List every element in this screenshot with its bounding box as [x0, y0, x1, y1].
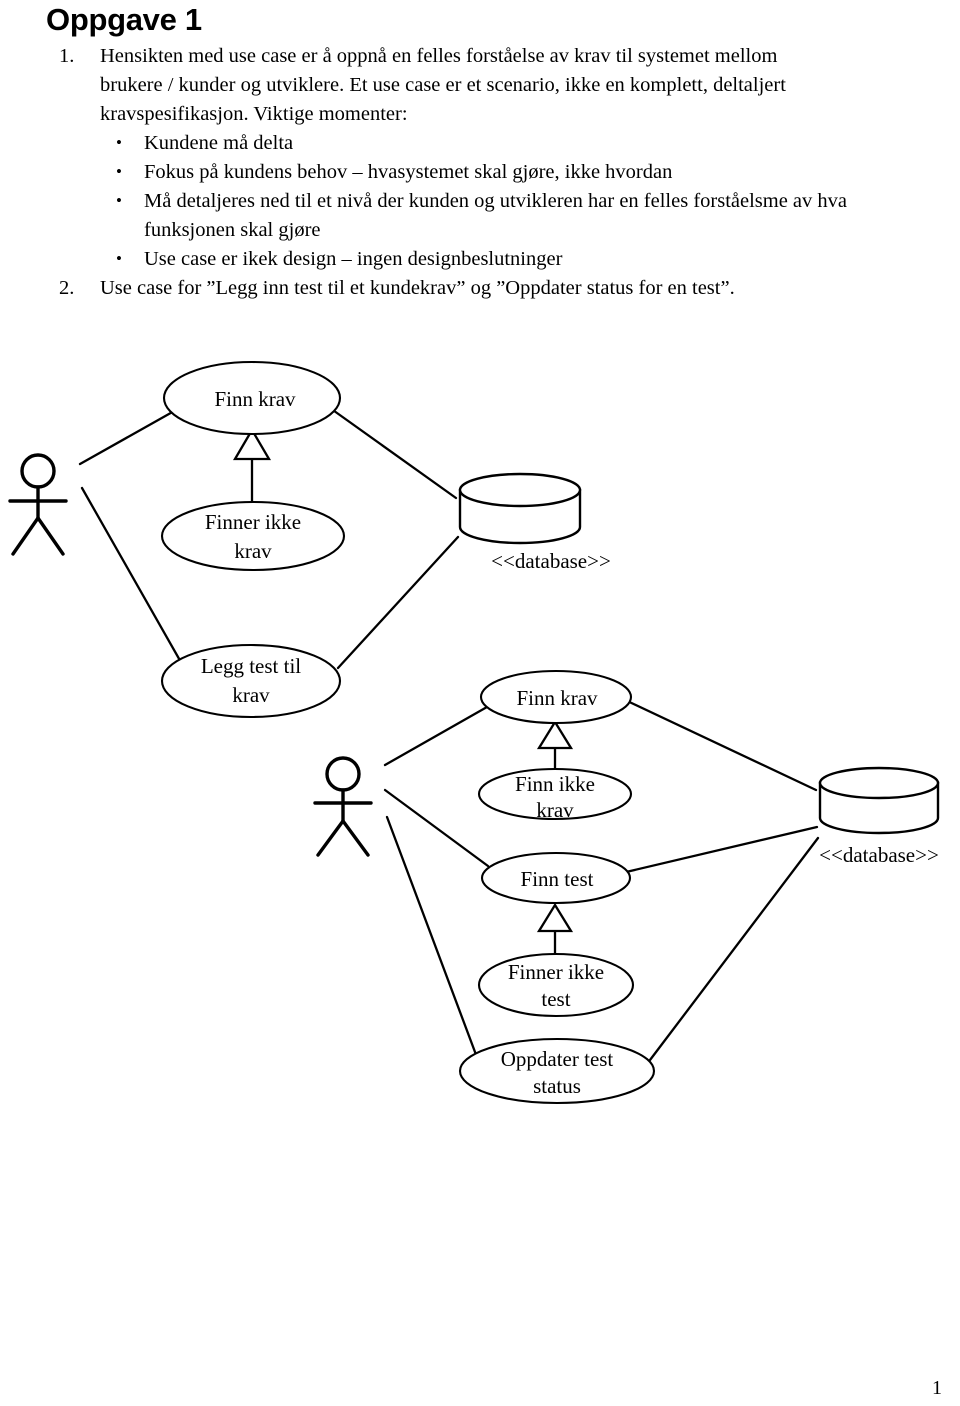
association-actor-legg-test-til-krav [80, 486, 184, 666]
use-case-diagrams: Finn krav Finner ikke krav Legg test til… [8, 360, 940, 1105]
association-actor2-oppdater-test-status [385, 815, 480, 1062]
generalization-finner-ikke-krav-to-finn-krav [232, 427, 272, 503]
use-case-d1-finner-ikke-krav-label-1: Finner ikke [205, 510, 301, 534]
association-d2-oppdater-test-status-database [648, 836, 820, 1062]
use-case-d2-finner-ikke-test-label-1: Finner ikke [508, 960, 604, 984]
association-d2-finn-krav-database [621, 697, 818, 792]
use-case-d1-finner-ikke-krav-label-2: krav [234, 539, 272, 563]
database-1-label: <<database>> [491, 549, 611, 573]
use-case-d2-finn-ikke-krav-label-1: Finn ikke [515, 772, 595, 796]
use-case-d2-finn-krav-label: Finn krav [516, 686, 598, 710]
association-actor-finn-krav [78, 408, 178, 466]
document-page: Oppgave 1 1. Hensikten med use case er å… [0, 0, 960, 1406]
database-2-label: <<database>> [819, 843, 939, 867]
association-d2-finn-test-database [624, 825, 819, 874]
diagram-oppdater-status-for-en-test: Finn krav Finn ikke krav Finn test Finne… [313, 669, 940, 1105]
association-legg-test-til-krav-database [336, 535, 460, 670]
use-case-d1-finn-krav[interactable]: Finn krav [162, 360, 342, 436]
use-case-d2-finn-test-label: Finn test [521, 867, 594, 891]
use-case-d2-finner-ikke-test-label-2: test [541, 987, 570, 1011]
use-case-d2-finn-test[interactable]: Finn test [480, 851, 632, 905]
use-case-d1-legg-test-til-krav[interactable]: Legg test til krav [160, 643, 342, 719]
use-case-d1-legg-test-til-krav-label-2: krav [232, 683, 270, 707]
diagram-legg-inn-test-til-kundekrav: Finn krav Finner ikke krav Legg test til… [8, 360, 611, 719]
use-case-d2-oppdater-test-status-label-2: status [533, 1074, 581, 1098]
use-case-d2-finn-krav[interactable]: Finn krav [479, 669, 633, 725]
use-case-d1-finn-krav-label: Finn krav [214, 387, 296, 411]
generalization-d2-finn-ikke-krav-to-finn-krav [536, 719, 574, 772]
use-case-d2-finn-ikke-krav-label-2: krav [536, 798, 574, 822]
database-icon [458, 472, 582, 545]
actor-icon [313, 756, 373, 857]
use-case-d1-legg-test-til-krav-label-1: Legg test til [201, 654, 301, 678]
use-case-d2-oppdater-test-status-label-1: Oppdater test [501, 1047, 614, 1071]
page-number: 1 [932, 1377, 942, 1399]
use-case-d2-oppdater-test-status[interactable]: Oppdater test status [458, 1037, 656, 1105]
actor-icon [8, 453, 68, 556]
use-case-d2-finn-ikke-krav[interactable]: Finn ikke krav [477, 767, 633, 822]
use-case-d1-finner-ikke-krav[interactable]: Finner ikke krav [160, 500, 346, 572]
use-case-d2-finner-ikke-test[interactable]: Finner ikke test [477, 952, 635, 1018]
association-finn-krav-database [328, 406, 458, 500]
association-actor2-finn-krav [383, 705, 489, 767]
database-icon [818, 766, 940, 835]
generalization-d2-finner-ikke-test-to-finn-test [536, 902, 574, 957]
